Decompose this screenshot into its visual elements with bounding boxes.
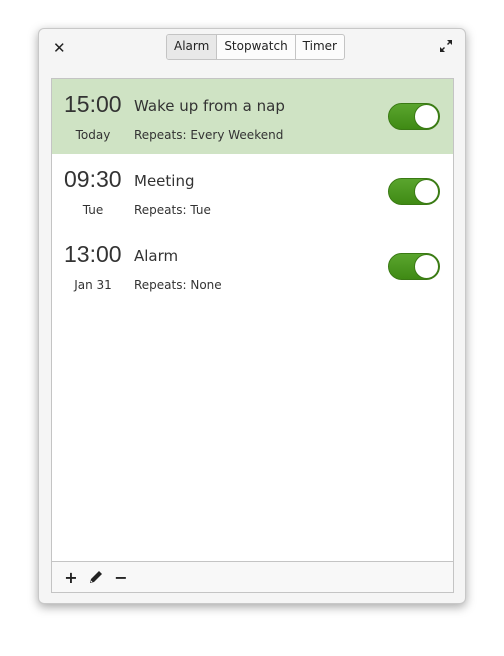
alarm-name: Meeting bbox=[134, 172, 195, 190]
alarm-date: Tue bbox=[82, 203, 104, 217]
alarm-toggle[interactable] bbox=[388, 178, 440, 205]
alarm-toggle[interactable] bbox=[388, 103, 440, 130]
close-icon[interactable]: ✕ bbox=[53, 39, 66, 57]
toggle-knob bbox=[414, 104, 439, 129]
toggle-knob bbox=[414, 179, 439, 204]
alarm-list: 15:00 Today Wake up from a nap Repeats: … bbox=[51, 78, 454, 593]
alarm-repeats: Repeats: None bbox=[134, 278, 222, 292]
alarm-time: 09:30 bbox=[64, 166, 122, 192]
remove-icon[interactable]: − bbox=[114, 568, 128, 587]
list-toolbar: + − bbox=[52, 561, 453, 592]
alarm-time: 13:00 bbox=[64, 241, 122, 267]
alarm-time: 15:00 bbox=[64, 91, 122, 117]
tab-stopwatch[interactable]: Stopwatch bbox=[217, 35, 296, 59]
clock-window: ✕ Alarm Stopwatch Timer 15:00 Today Wake… bbox=[38, 28, 466, 604]
tab-alarm[interactable]: Alarm bbox=[167, 35, 218, 59]
alarm-name: Alarm bbox=[134, 247, 179, 265]
edit-pencil-icon[interactable] bbox=[88, 569, 104, 585]
tab-bar: Alarm Stopwatch Timer bbox=[166, 34, 345, 60]
maximize-icon[interactable] bbox=[439, 39, 453, 53]
alarm-repeats: Repeats: Every Weekend bbox=[134, 128, 284, 142]
alarm-date: Jan 31 bbox=[74, 278, 112, 292]
alarm-toggle[interactable] bbox=[388, 253, 440, 280]
tab-timer[interactable]: Timer bbox=[296, 35, 344, 59]
toggle-knob bbox=[414, 254, 439, 279]
alarm-date: Today bbox=[75, 128, 111, 142]
alarm-row[interactable]: 15:00 Today Wake up from a nap Repeats: … bbox=[52, 79, 453, 154]
add-icon[interactable]: + bbox=[64, 568, 78, 587]
alarm-row[interactable]: 13:00 Jan 31 Alarm Repeats: None bbox=[52, 229, 453, 304]
alarm-repeats: Repeats: Tue bbox=[134, 203, 211, 217]
alarm-name: Wake up from a nap bbox=[134, 97, 285, 115]
alarm-row[interactable]: 09:30 Tue Meeting Repeats: Tue bbox=[52, 154, 453, 229]
